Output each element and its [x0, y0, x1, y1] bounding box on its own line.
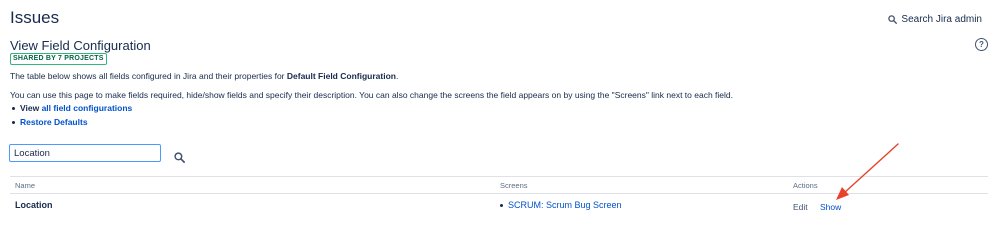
column-header-screens: Screens	[500, 181, 528, 190]
description-prefix: The table below shows all fields configu…	[10, 71, 287, 81]
bullet	[12, 120, 15, 124]
shared-by-projects-badge[interactable]: SHARED BY 7 PROJECTS	[10, 53, 107, 65]
search-icon[interactable]	[174, 150, 185, 168]
list-item: Restore Defaults	[12, 115, 132, 129]
view-all-field-configurations-link[interactable]: View all field configurations	[20, 101, 132, 115]
bullet	[500, 203, 503, 207]
search-jira-admin-link[interactable]: Search Jira admin	[888, 14, 982, 25]
view-link-text: all field configurations	[41, 103, 133, 113]
screen-link-label: SCRUM: Scrum Bug Screen	[508, 200, 622, 210]
section-title: View Field Configuration	[10, 38, 151, 53]
screen-link[interactable]: SCRUM: Scrum Bug Screen	[500, 200, 622, 210]
arrow-annotation	[836, 143, 899, 200]
view-prefix: View	[20, 103, 42, 113]
description-line-1: The table below shows all fields configu…	[10, 71, 398, 81]
restore-defaults-link[interactable]: Restore Defaults	[20, 115, 88, 129]
list-item: View all field configurations	[12, 101, 132, 115]
config-links: View all field configurations Restore De…	[12, 101, 132, 129]
help-icon[interactable]: ?	[975, 38, 988, 51]
search-jira-admin-label: Search Jira admin	[901, 14, 982, 25]
search-icon	[888, 15, 898, 24]
page-title: Issues	[10, 8, 60, 27]
bullet	[12, 106, 15, 110]
edit-link[interactable]: Edit	[793, 202, 808, 212]
column-header-name: Name	[15, 181, 36, 190]
column-header-actions: Actions	[793, 181, 818, 190]
field-name: Location	[15, 200, 53, 210]
description-line-2: You can use this page to make fields req…	[10, 90, 734, 100]
description-suffix: .	[395, 71, 399, 81]
field-configuration-name: Default Field Configuration	[286, 71, 396, 81]
field-filter-input[interactable]	[9, 144, 161, 162]
